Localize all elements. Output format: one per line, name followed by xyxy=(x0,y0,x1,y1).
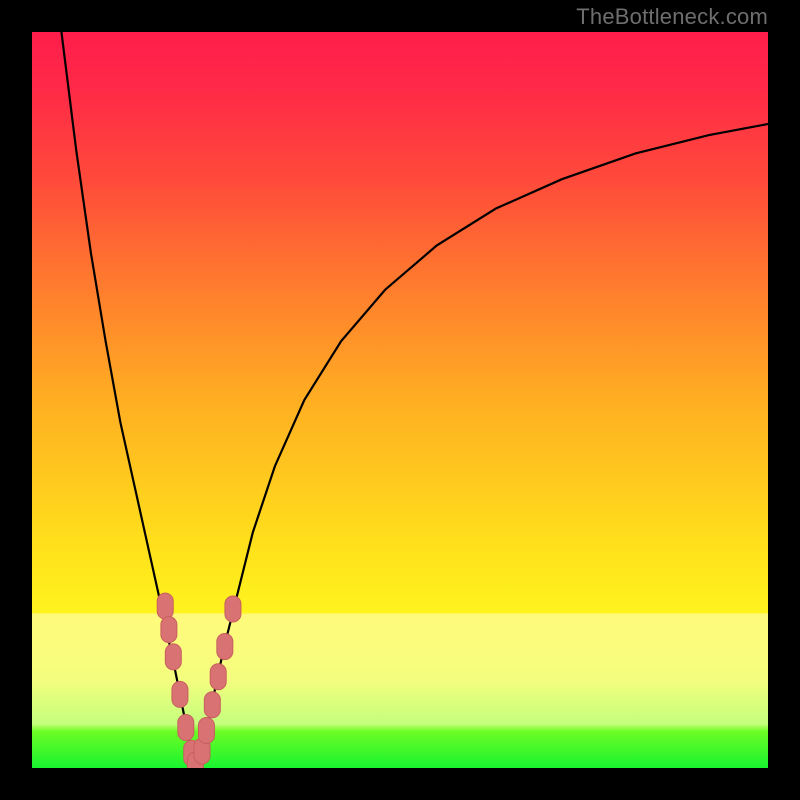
marker-point xyxy=(161,617,177,643)
marker-point xyxy=(198,717,214,743)
markers-group xyxy=(157,593,241,768)
marker-point xyxy=(225,596,241,622)
marker-point xyxy=(165,644,181,670)
marker-point xyxy=(210,664,226,690)
marker-point xyxy=(178,715,194,741)
watermark-text: TheBottleneck.com xyxy=(576,4,768,30)
marker-point xyxy=(217,634,233,660)
marker-point xyxy=(157,593,173,619)
marker-point xyxy=(172,681,188,707)
curve-right xyxy=(195,124,768,768)
marker-point xyxy=(204,692,220,718)
chart-svg xyxy=(32,32,768,768)
chart-frame: TheBottleneck.com xyxy=(0,0,800,800)
